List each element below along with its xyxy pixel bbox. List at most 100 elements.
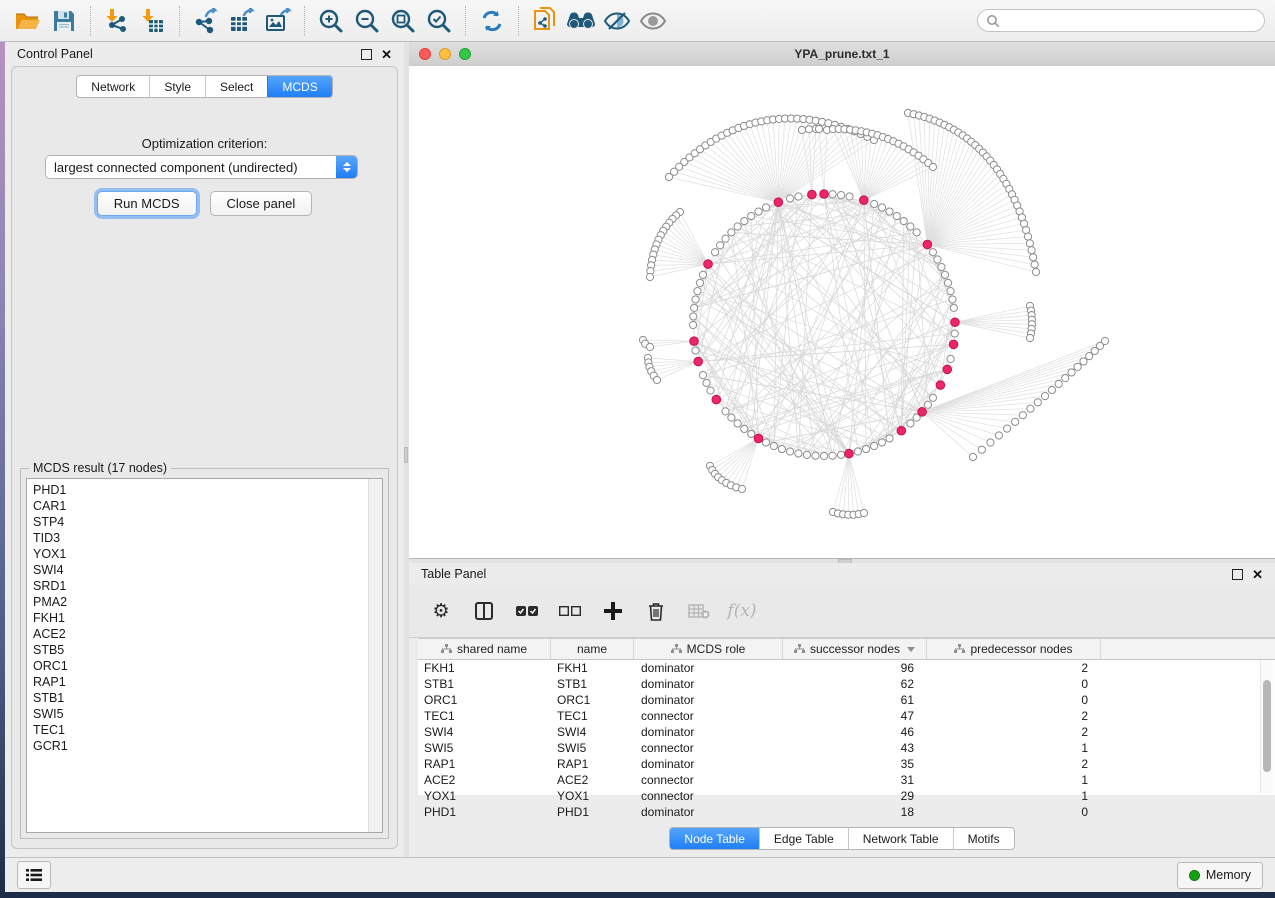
first-neighbors-icon[interactable] bbox=[563, 5, 599, 37]
delete-table-icon[interactable] bbox=[687, 599, 711, 623]
zoom-in-icon[interactable] bbox=[313, 5, 349, 37]
status-bar: Memory bbox=[5, 857, 1275, 892]
mcds-result-item[interactable]: STB5 bbox=[33, 642, 376, 658]
tab-edge-table[interactable]: Edge Table bbox=[759, 828, 848, 849]
mcds-result-item[interactable]: SWI5 bbox=[33, 706, 376, 722]
scrollbar-thumb[interactable] bbox=[1263, 680, 1271, 772]
mcds-result-item[interactable]: RAP1 bbox=[33, 674, 376, 690]
tab-motifs[interactable]: Motifs bbox=[953, 828, 1014, 849]
table-row[interactable]: STB1 STB1 dominator 62 0 bbox=[418, 676, 1275, 692]
zoom-fit-icon[interactable] bbox=[385, 5, 421, 37]
close-panel-button[interactable]: Close panel bbox=[210, 191, 313, 216]
mcds-result-item[interactable]: ORC1 bbox=[33, 658, 376, 674]
mcds-result-item[interactable]: PHD1 bbox=[33, 482, 376, 498]
tab-select[interactable]: Select bbox=[205, 76, 267, 97]
run-mcds-button[interactable]: Run MCDS bbox=[97, 191, 197, 216]
optimization-criterion-select[interactable]: largest connected component (undirected) bbox=[45, 155, 358, 179]
clone-network-icon[interactable] bbox=[527, 5, 563, 37]
split-view-icon[interactable] bbox=[472, 599, 496, 623]
search-field[interactable] bbox=[977, 9, 1265, 32]
table-row[interactable]: SWI5 SWI5 connector 43 1 bbox=[418, 740, 1275, 756]
mcds-result-item[interactable]: STB1 bbox=[33, 690, 376, 706]
close-panel-icon[interactable]: ✕ bbox=[1252, 568, 1263, 581]
tab-network-table[interactable]: Network Table bbox=[848, 828, 953, 849]
toolbar-separator bbox=[90, 6, 91, 36]
delete-column-icon[interactable] bbox=[644, 599, 668, 623]
mcds-scrollbar[interactable] bbox=[368, 479, 382, 832]
network-canvas[interactable] bbox=[409, 66, 1275, 558]
tab-style[interactable]: Style bbox=[149, 76, 205, 97]
table-row[interactable]: SWI4 SWI4 dominator 46 2 bbox=[418, 724, 1275, 740]
table-tabs: Node Table Edge Table Network Table Moti… bbox=[669, 827, 1014, 850]
mcds-result-item[interactable]: GCR1 bbox=[33, 738, 376, 754]
network-title: YPA_prune.txt_1 bbox=[409, 47, 1275, 61]
mcds-result-item[interactable]: PMA2 bbox=[33, 594, 376, 610]
deselect-all-icon[interactable] bbox=[558, 599, 582, 623]
open-network-icon[interactable] bbox=[10, 5, 46, 37]
mcds-result-item[interactable]: SRD1 bbox=[33, 578, 376, 594]
memory-status-icon bbox=[1189, 870, 1200, 881]
mcds-result-item[interactable]: STP4 bbox=[33, 514, 376, 530]
apply-layout-icon[interactable] bbox=[474, 5, 510, 37]
node-table: shared name name MCDS role successor nod… bbox=[418, 638, 1275, 795]
control-panel: Control Panel ✕ Network Style Select MCD… bbox=[5, 42, 404, 857]
main-toolbar bbox=[0, 0, 1275, 42]
float-panel-icon[interactable] bbox=[1232, 569, 1243, 580]
tab-network[interactable]: Network bbox=[77, 76, 149, 97]
export-image-icon[interactable] bbox=[260, 5, 296, 37]
column-header-predecessor-nodes[interactable]: predecessor nodes bbox=[927, 639, 1101, 659]
table-row[interactable]: RAP1 RAP1 dominator 35 2 bbox=[418, 756, 1275, 772]
toolbar-separator bbox=[518, 6, 519, 36]
memory-label: Memory bbox=[1206, 868, 1251, 882]
column-header-mcds-role[interactable]: MCDS role bbox=[634, 639, 783, 659]
mcds-result-list[interactable]: PHD1CAR1STP4TID3YOX1SWI4SRD1PMA2FKH1ACE2… bbox=[26, 478, 383, 833]
selected-option: largest connected component (undirected) bbox=[46, 160, 336, 175]
import-network-icon[interactable] bbox=[99, 5, 135, 37]
mcds-result-item[interactable]: CAR1 bbox=[33, 498, 376, 514]
table-row[interactable]: ACE2 ACE2 connector 31 1 bbox=[418, 772, 1275, 788]
table-row[interactable]: FKH1 FKH1 dominator 96 2 bbox=[418, 660, 1275, 676]
save-session-icon[interactable] bbox=[46, 5, 82, 37]
export-network-icon[interactable] bbox=[188, 5, 224, 37]
table-row[interactable]: PHD1 PHD1 dominator 18 0 bbox=[418, 804, 1275, 820]
column-header-name[interactable]: name bbox=[551, 639, 634, 659]
search-icon bbox=[986, 14, 1000, 28]
select-all-icon[interactable] bbox=[515, 599, 539, 623]
network-titlebar[interactable]: YPA_prune.txt_1 bbox=[409, 42, 1275, 67]
mcds-result-item[interactable]: ACE2 bbox=[33, 626, 376, 642]
mcds-result-item[interactable]: TEC1 bbox=[33, 722, 376, 738]
add-column-icon[interactable] bbox=[601, 599, 625, 623]
zoom-selected-icon[interactable] bbox=[421, 5, 457, 37]
export-table-icon[interactable] bbox=[224, 5, 260, 37]
memory-button[interactable]: Memory bbox=[1177, 862, 1263, 889]
tab-node-table[interactable]: Node Table bbox=[670, 828, 759, 849]
table-row[interactable]: YOX1 YOX1 connector 29 1 bbox=[418, 788, 1275, 804]
close-panel-icon[interactable]: ✕ bbox=[381, 48, 392, 61]
column-header-successor-nodes[interactable]: successor nodes bbox=[783, 639, 927, 659]
mcds-result-item[interactable]: YOX1 bbox=[33, 546, 376, 562]
network-graph bbox=[409, 66, 1275, 558]
float-panel-icon[interactable] bbox=[361, 49, 372, 60]
import-table-icon[interactable] bbox=[135, 5, 171, 37]
table-scrollbar[interactable] bbox=[1260, 660, 1273, 793]
hide-selected-icon[interactable] bbox=[599, 5, 635, 37]
show-all-icon[interactable] bbox=[635, 5, 671, 37]
zoom-out-icon[interactable] bbox=[349, 5, 385, 37]
tab-mcds[interactable]: MCDS bbox=[267, 76, 331, 97]
column-header-filler bbox=[1101, 639, 1275, 659]
function-builder-icon[interactable]: f(x) bbox=[730, 599, 754, 623]
app-window: Control Panel ✕ Network Style Select MCD… bbox=[0, 0, 1275, 898]
table-row[interactable]: TEC1 TEC1 connector 47 2 bbox=[418, 708, 1275, 724]
mcds-result-item[interactable]: TID3 bbox=[33, 530, 376, 546]
network-window: YPA_prune.txt_1 bbox=[409, 42, 1275, 558]
mcds-result-title: MCDS result (17 nodes) bbox=[29, 461, 171, 475]
column-header-shared-name[interactable]: shared name bbox=[418, 639, 551, 659]
settings-icon[interactable]: ⚙ bbox=[429, 599, 453, 623]
table-row[interactable]: ORC1 ORC1 dominator 61 0 bbox=[418, 692, 1275, 708]
mcds-result-item[interactable]: FKH1 bbox=[33, 610, 376, 626]
sort-descending-icon bbox=[907, 647, 915, 652]
mcds-result-item[interactable]: SWI4 bbox=[33, 562, 376, 578]
splitter-grip[interactable] bbox=[404, 447, 408, 463]
search-input[interactable] bbox=[1000, 13, 1256, 29]
task-history-button[interactable] bbox=[17, 861, 51, 889]
